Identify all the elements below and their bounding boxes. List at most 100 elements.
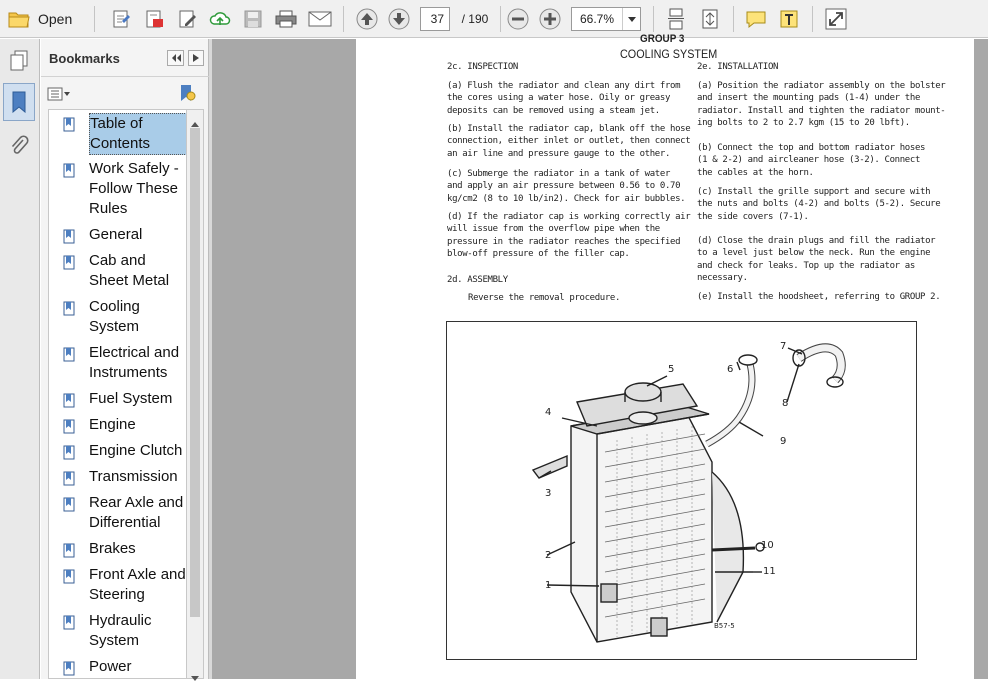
group-heading: GROUP 3 (640, 33, 685, 45)
main-toolbar: Open 37 / 190 66.7% (0, 0, 988, 38)
installation-para-b: (b) Connect the top and bottom radiator … (697, 143, 926, 178)
bookmark-label: Transmission (89, 468, 178, 485)
save-button[interactable] (240, 7, 266, 31)
bookmark-icon (63, 347, 76, 368)
create-pdf-button[interactable] (108, 7, 134, 31)
callout-9: 9 (780, 436, 787, 447)
fit-page-button[interactable] (697, 7, 723, 31)
page-scroll-icon (668, 8, 684, 30)
paperclip-icon (11, 135, 29, 154)
chevron-right-icon (193, 54, 199, 62)
save-icon (244, 10, 262, 28)
full-screen-button[interactable] (823, 7, 849, 31)
bookmark-label: Front Axle and Steering (89, 566, 186, 603)
bookmark-item[interactable]: Table of Contents (49, 113, 186, 155)
bookmarks-header: Bookmarks (41, 39, 209, 77)
bookmark-icon (63, 255, 76, 276)
bookmark-label: Electrical and Instruments (89, 344, 180, 381)
bookmark-item[interactable]: Front Axle and Steering (49, 565, 186, 605)
scroll-down-arrow-icon[interactable] (191, 668, 199, 686)
options-list-icon (47, 87, 70, 101)
bookmark-icon (63, 615, 76, 636)
comment-icon (746, 11, 766, 29)
bookmark-item[interactable]: General (49, 225, 186, 245)
bookmark-item[interactable]: Cooling System (49, 297, 186, 337)
document-viewer[interactable]: GROUP 3 COOLING SYSTEM 2c. INSPECTION (a… (212, 33, 988, 679)
bookmark-icon (63, 393, 76, 414)
zoom-in-button[interactable] (538, 7, 562, 31)
bookmark-item[interactable]: Rear Axle and Differential (49, 493, 186, 533)
bookmark-options-button[interactable] (47, 85, 73, 103)
comment-button[interactable] (743, 7, 769, 31)
bookmark-icon (63, 543, 76, 564)
open-button[interactable]: Open (8, 7, 80, 31)
expand-icon (825, 8, 847, 30)
bookmark-item[interactable]: Fuel System (49, 389, 186, 409)
previous-page-button[interactable] (354, 7, 380, 31)
upload-button[interactable] (207, 7, 233, 31)
bookmark-label: Hydraulic System (89, 612, 152, 649)
bookmark-item[interactable]: Brakes (49, 539, 186, 559)
arrow-up-icon (356, 8, 378, 30)
plus-icon (539, 8, 561, 30)
bookmark-item[interactable]: Electrical and Instruments (49, 343, 186, 383)
bookmark-icon (63, 163, 76, 184)
bookmarks-tab-button[interactable] (3, 83, 35, 121)
page-number-input[interactable]: 37 (420, 7, 450, 31)
callout-6: 6 (727, 364, 734, 375)
export-pdf-icon (146, 10, 163, 28)
bookmark-icon (63, 301, 76, 322)
bookmark-item[interactable]: Transmission (49, 467, 186, 487)
bookmarks-list: Table of Contents Work Safely - Follow Th… (48, 109, 187, 679)
assembly-text: Reverse the removal procedure. (468, 293, 621, 303)
envelope-icon (308, 11, 332, 27)
bookmark-label: Table of Contents (89, 113, 186, 155)
edit-pdf-button[interactable] (174, 7, 200, 31)
zoom-out-button[interactable] (506, 7, 530, 31)
bookmarks-scrollbar[interactable] (187, 109, 204, 681)
inspection-para-c: (c) Submerge the radiator in a tank of w… (447, 169, 686, 204)
bookmark-item[interactable]: Power (49, 657, 186, 678)
cloud-upload-icon (209, 12, 231, 25)
highlighter-icon (780, 10, 798, 28)
collapse-panel-button[interactable] (167, 50, 184, 66)
highlight-button[interactable] (776, 7, 802, 31)
bookmarks-title: Bookmarks (49, 51, 120, 66)
callout-1: 1 (545, 580, 552, 591)
attachments-button[interactable] (4, 131, 34, 161)
next-page-button[interactable] (386, 7, 412, 31)
export-pdf-button[interactable] (141, 7, 167, 31)
navigation-pane-strip (0, 39, 40, 679)
bookmark-label: General (89, 226, 143, 243)
email-button[interactable] (306, 7, 334, 31)
bookmark-item[interactable]: Cab and Sheet Metal (49, 251, 186, 291)
inspection-heading: 2c. INSPECTION (447, 62, 518, 72)
folder-icon (8, 12, 30, 28)
bookmark-label: Brakes (89, 540, 136, 557)
bookmark-item[interactable]: Work Safely - Follow These Rules (49, 159, 186, 219)
radiator-diagram (531, 343, 846, 643)
open-label: Open (38, 11, 73, 27)
page-thumbnails-button[interactable] (4, 45, 34, 75)
edit-icon (179, 10, 196, 28)
bookmark-item[interactable]: Engine (49, 415, 186, 435)
bookmark-item[interactable]: Hydraulic System (49, 611, 186, 651)
inspection-para-d: (d) If the radiator cap is working corre… (447, 212, 691, 259)
scrollbar-thumb[interactable] (190, 128, 200, 617)
page-total-label: / 190 (461, 12, 489, 26)
callout-11: 11 (763, 566, 776, 577)
callout-8: 8 (782, 398, 789, 409)
inspection-para-b: (b) Install the radiator cap, blank off … (447, 124, 691, 159)
print-button[interactable] (273, 7, 299, 31)
zoom-select[interactable]: 66.7% (571, 7, 641, 31)
chevron-down-icon (622, 8, 640, 30)
expand-current-bookmark-button[interactable] (178, 84, 200, 104)
bookmark-icon (63, 497, 76, 518)
bookmark-label: Cooling System (89, 298, 140, 335)
expand-panel-button[interactable] (188, 50, 204, 66)
bookmark-item[interactable]: Engine Clutch (49, 441, 186, 461)
figure-code: B57-5 (714, 622, 735, 630)
create-pdf-icon (113, 10, 130, 28)
scroll-mode-button[interactable] (663, 7, 689, 31)
bookmark-icon (63, 661, 76, 678)
